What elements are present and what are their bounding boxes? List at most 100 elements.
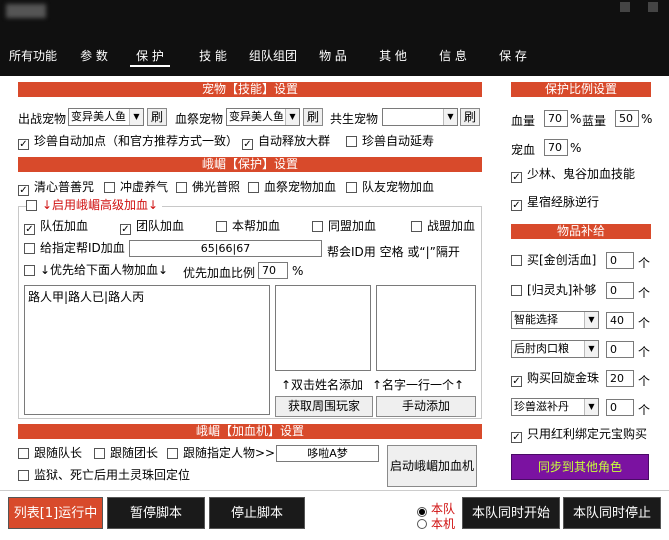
checkbox-checked-icon: ✓	[18, 139, 29, 150]
refresh-blood-pet-button[interactable]: 刷	[303, 108, 323, 126]
tab-team[interactable]: 组队组团	[246, 47, 300, 67]
run-status-button[interactable]: 列表[1]运行中	[8, 497, 103, 529]
assign-guild-checkbox[interactable]: 给指定帮ID加血	[24, 242, 125, 257]
manual-add-button[interactable]: 手动添加	[376, 396, 476, 417]
follow-group-leader-checkbox[interactable]: 跟随团长	[94, 447, 158, 462]
chevron-down-icon: ▼	[443, 109, 457, 125]
blood-machine-title: 峨嵋【加血机】设置	[18, 424, 482, 439]
jinchuang-qty-input[interactable]: 0	[606, 252, 634, 269]
guiling-refill-checkbox[interactable]: [归灵丸]补够	[511, 284, 596, 299]
pet-extend-life-checkbox[interactable]: 珍兽自动延寿	[346, 135, 434, 150]
adv-opt-group[interactable]: ✓ 团队加血	[120, 220, 184, 235]
pet-hp-unit: %	[570, 141, 582, 155]
hp-input[interactable]: 70	[544, 110, 568, 127]
bound-ingot-only-checkbox[interactable]: ✓ 只用红利绑定元宝购买	[511, 428, 647, 443]
ratio-input[interactable]: 70	[258, 262, 288, 279]
tab-info[interactable]: 信 息	[433, 47, 473, 67]
checkbox-icon	[511, 255, 522, 266]
blood-pet-select[interactable]: 变异美人鱼 ▼	[226, 108, 300, 126]
pet-hp-input[interactable]: 70	[544, 139, 568, 156]
checkbox-checked-icon: ✓	[511, 432, 522, 443]
protect-opt-4[interactable]: 血祭宠物加血	[248, 181, 336, 196]
mp-unit: %	[641, 112, 653, 126]
radio-machine[interactable]: 本机	[417, 515, 455, 532]
unit-label: 个	[638, 286, 651, 300]
checkbox-icon	[167, 448, 178, 459]
checkbox-checked-icon: ✓	[18, 185, 29, 196]
protect-section-title: 峨嵋【保护】设置	[18, 157, 482, 172]
follow-target-input[interactable]: 哆啦A梦	[276, 445, 379, 462]
tab-protect[interactable]: 保 护	[130, 47, 170, 67]
chevron-down-icon: ▼	[584, 312, 598, 328]
top-bar: 所有功能 参 数 保 护 技 能 组队组团 物 品 其 他 信 息 保 存	[0, 0, 669, 76]
tab-items[interactable]: 物 品	[313, 47, 353, 67]
sync-to-others-button[interactable]: 同步到其他角色	[511, 454, 649, 480]
adv-opt-team[interactable]: ✓ 队伍加血	[24, 220, 88, 235]
checkbox-icon	[511, 285, 522, 296]
shaolin-heal-checkbox[interactable]: ✓ 少林、鬼谷加血技能	[511, 168, 635, 183]
minimize-icon[interactable]	[620, 2, 630, 12]
tab-save[interactable]: 保 存	[493, 47, 533, 67]
guild-id-input[interactable]: 65|66|67	[129, 240, 322, 257]
auto-cast-checkbox[interactable]: ✓ 自动释放大群	[242, 135, 330, 150]
pet-auto-point-checkbox[interactable]: ✓ 珍兽自动加点（和官方推荐方式一致）	[18, 135, 238, 150]
ratio-label: 优先加血比例	[183, 266, 256, 280]
pause-script-button[interactable]: 暂停脚本	[107, 497, 205, 529]
supply-qty-input-1[interactable]: 40	[606, 312, 634, 329]
unit-label: 个	[638, 345, 651, 359]
prison-return-checkbox[interactable]: 监狱、死亡后用土灵珠回定位	[18, 469, 190, 484]
tab-all[interactable]: 所有功能	[6, 47, 60, 67]
adv-opt-guild[interactable]: 本帮加血	[216, 220, 280, 235]
buy-golden-bead-checkbox[interactable]: ✓ 购买回旋金珠	[511, 372, 599, 387]
supply-select-1[interactable]: 智能选择 ▼	[511, 311, 599, 329]
protect-opt-1[interactable]: ✓ 清心普善咒	[18, 181, 94, 196]
nearby-players-list[interactable]	[275, 285, 371, 371]
team-stop-button[interactable]: 本队同时停止	[563, 497, 661, 529]
protect-opt-3[interactable]: 佛光普照	[176, 181, 240, 196]
checkbox-checked-icon: ✓	[24, 224, 35, 235]
tab-other[interactable]: 其 他	[373, 47, 413, 67]
chevron-down-icon: ▼	[129, 109, 143, 125]
priority-names-textarea[interactable]: 路人甲|路人已|路人丙	[24, 285, 270, 415]
team-start-button[interactable]: 本队同时开始	[462, 497, 560, 529]
follow-leader-checkbox[interactable]: 跟随队长	[18, 447, 82, 462]
guiling-qty-input[interactable]: 0	[606, 282, 634, 299]
priority-heal-checkbox[interactable]: ↓优先给下面人物加血↓	[24, 264, 168, 279]
start-blood-machine-button[interactable]: 启动峨嵋加血机	[387, 445, 477, 487]
refresh-battle-pet-button[interactable]: 刷	[147, 108, 167, 126]
checkbox-icon	[248, 182, 259, 193]
supply-select-3[interactable]: 珍兽滋补丹 ▼	[511, 398, 599, 416]
unit-label: 个	[638, 256, 651, 270]
checkbox-icon	[176, 182, 187, 193]
ratio-panel-title: 保护比例设置	[511, 82, 651, 97]
close-icon[interactable]	[648, 2, 658, 12]
get-nearby-players-button[interactable]: 获取周围玩家	[275, 396, 373, 417]
checkbox-icon	[216, 221, 227, 232]
checkbox-icon	[411, 221, 422, 232]
follow-target-checkbox[interactable]: 跟随指定人物>>>	[167, 447, 285, 462]
supply-qty-input-2[interactable]: 0	[606, 341, 634, 358]
battle-pet-select[interactable]: 变异美人鱼 ▼	[68, 108, 144, 126]
adv-opt-alliance[interactable]: 同盟加血	[312, 220, 376, 235]
ratio-unit: %	[292, 264, 304, 278]
checkbox-icon	[94, 448, 105, 459]
stop-script-button[interactable]: 停止脚本	[209, 497, 305, 529]
buy-jinchuang-checkbox[interactable]: 买[金创活血]	[511, 254, 596, 269]
xingxiu-reverse-checkbox[interactable]: ✓ 星宿经脉逆行	[511, 196, 599, 211]
advanced-heal-checkbox[interactable]: ↓启用峨嵋高级加血↓	[26, 199, 163, 214]
protect-opt-2[interactable]: 冲虚养气	[104, 181, 168, 196]
supply-panel-title: 物品补给	[511, 224, 651, 239]
mp-input[interactable]: 50	[615, 110, 639, 127]
shared-pet-select[interactable]: ▼	[382, 108, 458, 126]
refresh-shared-pet-button[interactable]: 刷	[460, 108, 480, 126]
protect-opt-5[interactable]: 队友宠物加血	[346, 181, 434, 196]
hp-unit: %	[570, 112, 582, 126]
golden-bead-qty-input[interactable]: 20	[606, 370, 634, 387]
tab-params[interactable]: 参 数	[75, 47, 113, 67]
manual-names-list[interactable]	[376, 285, 476, 371]
chevron-down-icon: ▼	[584, 399, 598, 415]
adv-opt-battle[interactable]: 战盟加血	[411, 220, 475, 235]
tab-skills[interactable]: 技 能	[193, 47, 233, 67]
supply-qty-input-3[interactable]: 0	[606, 399, 634, 416]
supply-select-2[interactable]: 后肘肉口粮 ▼	[511, 340, 599, 358]
